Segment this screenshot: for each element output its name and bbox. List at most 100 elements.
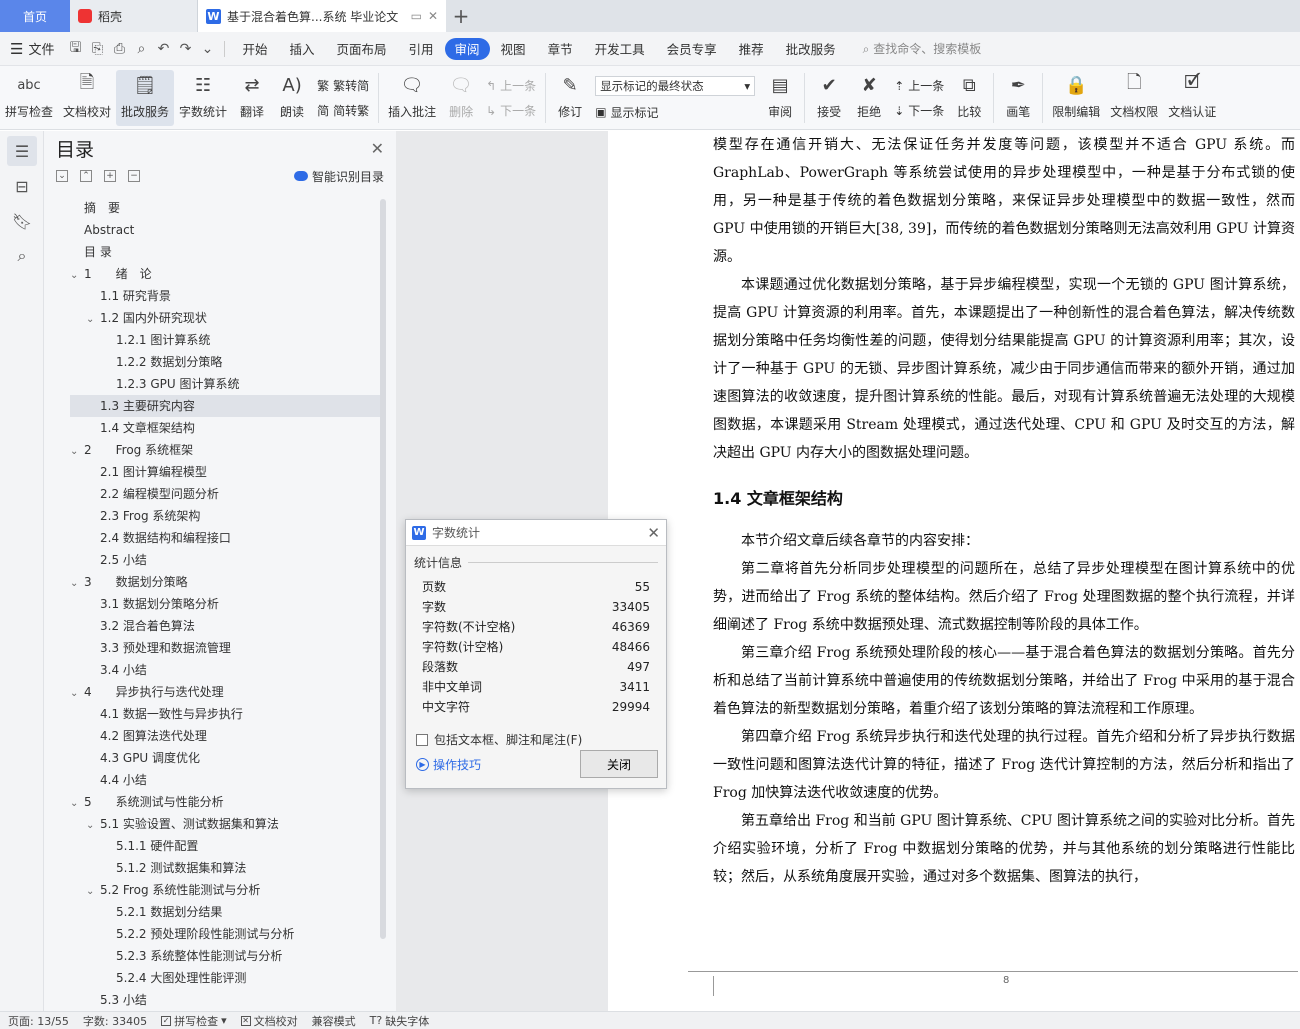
menu-tab[interactable]: 章节 <box>537 38 584 60</box>
include-textbox-checkbox[interactable]: 包括文本框、脚注和尾注(F) <box>416 731 656 748</box>
tips-link[interactable]: ▶ 操作技巧 <box>416 756 481 773</box>
toc-item[interactable]: 3.4 小结 <box>70 659 380 681</box>
toc-item[interactable]: 4.4 小结 <box>70 769 380 791</box>
toc-item[interactable]: 2.4 数据结构和编程接口 <box>70 527 380 549</box>
toc-item[interactable]: 1.3 主要研究内容 <box>70 395 380 417</box>
toc-item[interactable]: 3.3 预处理和数据流管理 <box>70 637 380 659</box>
doc-cert-button[interactable]: 🗹 文档认证 <box>1163 70 1221 126</box>
toc-item[interactable]: 1.1 研究背景 <box>70 285 380 307</box>
proofread-status-button[interactable]: ✕ 文档校对 <box>240 1013 298 1029</box>
toc-item[interactable]: 2.2 编程模型问题分析 <box>70 483 380 505</box>
print-preview-icon[interactable]: ⌕ <box>130 41 152 57</box>
tab-home[interactable]: 首页 <box>0 0 70 32</box>
prev-revision-button[interactable]: ⇡ 上一条 <box>894 77 944 94</box>
insert-comment-button[interactable]: 🗨 插入批注 <box>383 70 441 126</box>
proofread-button[interactable]: 🗎 文档校对 <box>58 70 116 126</box>
menu-tab[interactable]: 批改服务 <box>775 38 847 60</box>
missing-font-button[interactable]: T? 缺失字体 <box>370 1013 430 1029</box>
toc-icon[interactable]: ☰ <box>7 136 37 166</box>
menu-tab[interactable]: 视图 <box>490 38 537 60</box>
chevron-down-icon[interactable]: ⌄ <box>86 815 100 837</box>
toc-item[interactable]: ⌄ 1 绪 论 <box>70 263 380 285</box>
toc-item[interactable]: 1.2.1 图计算系统 <box>70 329 380 351</box>
toc-item[interactable]: 4.3 GPU 调度优化 <box>70 747 380 769</box>
pen-button[interactable]: ✒ 画笔 <box>998 70 1038 126</box>
spell-check-toggle[interactable]: ✓ 拼写检查 ▾ <box>161 1013 227 1029</box>
redo-icon[interactable]: ↷ <box>174 41 196 57</box>
smart-toc-button[interactable]: 智能识别目录 <box>293 168 384 185</box>
next-comment-button[interactable]: ↳ 下一条 <box>486 102 536 119</box>
toc-item[interactable]: 4.1 数据一致性与异步执行 <box>70 703 380 725</box>
toc-item[interactable]: ⌄ 5.1 实验设置、测试数据集和算法 <box>70 813 380 835</box>
toc-item[interactable]: 目 录 <box>70 241 380 263</box>
close-icon[interactable]: ✕ <box>647 524 660 542</box>
toc-item[interactable]: 5.2.2 预处理阶段性能测试与分析 <box>70 923 380 945</box>
toc-item[interactable]: ⌄ 5.2 Frog 系统性能测试与分析 <box>70 879 380 901</box>
toc-item[interactable]: Abstract <box>70 219 380 241</box>
toc-item[interactable]: 5.2.3 系统整体性能测试与分析 <box>70 945 380 967</box>
chevron-down-icon[interactable]: ⌄ <box>70 265 84 287</box>
menu-tab[interactable]: 页面布局 <box>326 38 398 60</box>
toc-item[interactable]: 摘 要 <box>70 197 380 219</box>
toc-item[interactable]: 4.2 图算法迭代处理 <box>70 725 380 747</box>
chevron-down-icon[interactable]: ⌄ <box>86 309 100 331</box>
document-body[interactable]: 模型存在通信开销大、无法保证任务并发度等问题，该模型并不适合 GPU 系统。而 … <box>713 131 1295 891</box>
simp-to-trad-button[interactable]: 简简转繁 <box>317 102 369 119</box>
bookmark-icon[interactable]: 🔖︎ <box>7 206 37 236</box>
tab-docer[interactable]: 稻壳 <box>70 0 198 32</box>
remove-heading-icon[interactable]: − <box>128 170 140 182</box>
menu-tab[interactable]: 引用 <box>398 38 445 60</box>
expand-all-icon[interactable]: ⌃ <box>80 170 92 182</box>
delete-comment-button[interactable]: 🗨 删除 <box>441 70 481 126</box>
toc-item[interactable]: 1.2.2 数据划分策略 <box>70 351 380 373</box>
undo-icon[interactable]: ↶ <box>152 41 174 57</box>
file-menu-button[interactable]: ☰ 文件 <box>0 39 64 59</box>
toc-item[interactable]: ⌄ 2 Frog 系统框架 <box>70 439 380 461</box>
reject-button[interactable]: ✘ 拒绝 <box>849 70 889 126</box>
doc-rights-button[interactable]: 🗋 文档权限 <box>1105 70 1163 126</box>
read-aloud-button[interactable]: A) 朗读 <box>272 70 312 126</box>
show-markup-button[interactable]: ▣ 显示标记 <box>595 104 755 121</box>
menu-tab[interactable]: 开始 <box>231 38 278 60</box>
toc-item[interactable]: 5.2.1 数据划分结果 <box>70 901 380 923</box>
toc-item[interactable]: 2.3 Frog 系统架构 <box>70 505 380 527</box>
toc-item[interactable]: 5.1.1 硬件配置 <box>70 835 380 857</box>
chevron-down-icon[interactable]: ⌄ <box>70 793 84 815</box>
toc-scrollbar[interactable] <box>380 199 386 939</box>
chevron-down-icon[interactable]: ⌄ <box>86 881 100 903</box>
save-icon[interactable]: 🖫 <box>64 37 86 61</box>
chevron-down-icon[interactable]: ⌄ <box>70 441 84 463</box>
menu-tab[interactable]: 推荐 <box>728 38 775 60</box>
print-icon[interactable]: ⎙ <box>108 41 130 57</box>
menu-tab[interactable]: 会员专享 <box>656 38 728 60</box>
markup-state-select[interactable]: 显示标记的最终状态 ▾ <box>595 75 756 96</box>
next-revision-button[interactable]: ⇣ 下一条 <box>894 102 944 119</box>
chevron-down-icon[interactable]: ⌄ <box>70 573 84 595</box>
word-count-indicator[interactable]: 字数: 33405 <box>83 1013 147 1029</box>
new-tab-button[interactable]: + <box>446 0 476 32</box>
toc-item[interactable]: ⌄ 5 系统测试与性能分析 <box>70 791 380 813</box>
checkbox-icon[interactable] <box>416 733 428 746</box>
word-count-button[interactable]: ☷ 字数统计 <box>174 70 232 126</box>
toc-item[interactable]: ⌄ 1.2 国内外研究现状 <box>70 307 380 329</box>
menu-tab[interactable]: 插入 <box>278 38 325 60</box>
chevron-down-icon[interactable]: ⌄ <box>70 683 84 705</box>
search-icon[interactable]: ⌕ <box>7 241 37 271</box>
prev-comment-button[interactable]: ↰ 上一条 <box>486 77 536 94</box>
tab-document[interactable]: W 基于混合着色算...系统 毕业论文 ▭ ✕ <box>198 0 446 32</box>
close-icon[interactable]: ✕ <box>371 139 384 158</box>
toc-item[interactable]: ⌄ 4 异步执行与迭代处理 <box>70 681 380 703</box>
toc-item[interactable]: 3.2 混合着色算法 <box>70 615 380 637</box>
document-page[interactable]: 模型存在通信开销大、无法保证任务并发度等问题，该模型并不适合 GPU 系统。而 … <box>608 131 1300 1011</box>
compare-button[interactable]: ⧉ 比较 <box>949 70 989 126</box>
toc-item[interactable]: 5.2.4 大图处理性能评测 <box>70 967 380 989</box>
chapter-nav-icon[interactable]: ⊟ <box>7 171 37 201</box>
add-heading-icon[interactable]: + <box>104 170 116 182</box>
trad-to-simp-button[interactable]: 繁繁转简 <box>317 77 369 94</box>
toc-item[interactable]: 2.5 小结 <box>70 549 380 571</box>
command-search[interactable]: ⌕ 查找命令、搜索模板 <box>863 40 982 57</box>
menu-tab[interactable]: 审阅 <box>444 37 490 60</box>
page-indicator[interactable]: 页面: 13/55 <box>8 1013 69 1029</box>
toc-item[interactable]: 2.1 图计算编程模型 <box>70 461 380 483</box>
tab-monitor-icon[interactable]: ▭ <box>411 9 422 23</box>
